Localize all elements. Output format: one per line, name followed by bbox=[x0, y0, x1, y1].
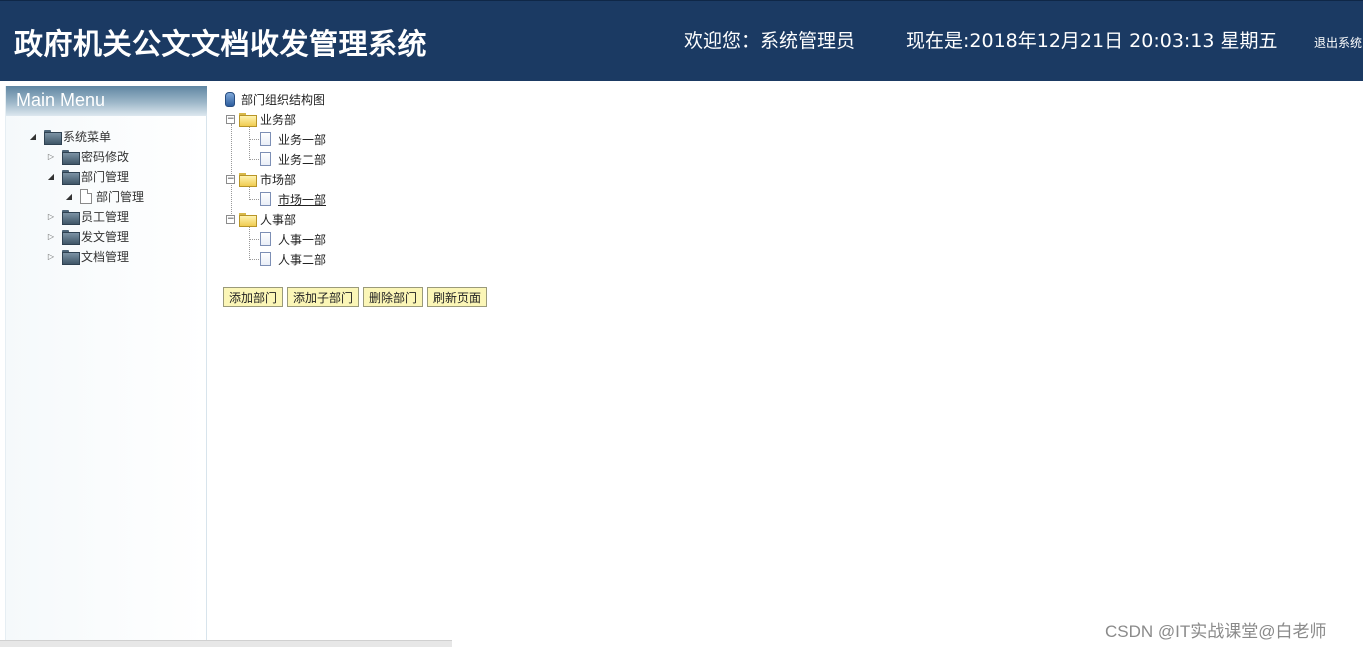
sidebar-item-dispatch[interactable]: ▷ 发文管理 bbox=[46, 227, 129, 245]
document-icon bbox=[260, 252, 271, 266]
open-folder-icon bbox=[239, 113, 257, 127]
collapsed-arrow-icon[interactable]: ▷ bbox=[46, 152, 56, 161]
sidebar-item-documents[interactable]: ▷ 文档管理 bbox=[46, 247, 129, 265]
tree-leaf-label: 人事二部 bbox=[278, 252, 327, 267]
sidebar-item-department[interactable]: ◢ 部门管理 bbox=[46, 167, 129, 185]
collapse-icon[interactable]: − bbox=[226, 214, 235, 224]
sidebar-root[interactable]: ◢ 系统菜单 bbox=[28, 127, 111, 145]
tree-leaf-label: 人事一部 bbox=[278, 232, 327, 247]
logout-link[interactable]: 退出系统 bbox=[1314, 34, 1362, 51]
welcome-text: 欢迎您：系统管理员 bbox=[684, 30, 856, 52]
tree-connector bbox=[249, 224, 250, 260]
collapsed-arrow-icon[interactable]: ▷ bbox=[46, 212, 56, 221]
tree-node-department[interactable]: − 业务部 bbox=[226, 110, 296, 128]
org-chart-icon bbox=[225, 91, 235, 107]
tree-node-department[interactable]: − 人事部 bbox=[226, 210, 296, 228]
action-buttons: 添加部门 添加子部门 删除部门 刷新页面 bbox=[223, 287, 488, 307]
datetime-text: 现在是:2018年12月21日 20:03:13 星期五 bbox=[906, 30, 1278, 52]
folder-icon bbox=[44, 129, 62, 145]
expanded-arrow-icon: ◢ bbox=[65, 191, 73, 201]
open-folder-icon bbox=[239, 213, 257, 227]
folder-icon bbox=[62, 209, 80, 225]
sidebar-item-employee[interactable]: ▷ 员工管理 bbox=[46, 207, 129, 225]
sidebar-subitem-department[interactable]: ◢ 部门管理 bbox=[64, 187, 144, 205]
horizontal-scrollbar[interactable] bbox=[0, 640, 452, 647]
refresh-page-button[interactable]: 刷新页面 bbox=[427, 287, 488, 307]
collapse-icon[interactable]: − bbox=[226, 114, 235, 124]
add-department-button[interactable]: 添加部门 bbox=[223, 287, 284, 307]
sidebar-heading: Main Menu bbox=[6, 86, 207, 116]
document-icon bbox=[260, 232, 271, 246]
tree-leaf-label: 业务一部 bbox=[278, 132, 327, 147]
folder-icon bbox=[62, 229, 80, 245]
sidebar-item-password[interactable]: ▷ 密码修改 bbox=[46, 147, 129, 165]
tree-leaf[interactable]: 业务一部 bbox=[260, 130, 326, 148]
tree-leaf[interactable]: 人事一部 bbox=[260, 230, 326, 248]
sidebar-root-label: 系统菜单 bbox=[63, 129, 112, 144]
tree-leaf-label: 市场一部 bbox=[278, 192, 327, 207]
sidebar-item-label: 密码修改 bbox=[81, 149, 130, 164]
tree-leaf-label: 业务二部 bbox=[278, 152, 327, 167]
document-icon bbox=[260, 152, 271, 166]
tree-connector bbox=[249, 124, 250, 160]
delete-department-button[interactable]: 删除部门 bbox=[363, 287, 424, 307]
expanded-arrow-icon[interactable]: ◢ bbox=[28, 132, 38, 141]
sidebar: Main Menu ◢ 系统菜单 ▷ 密码修改 ◢ 部门管理 ◢ 部门管理 ▷ … bbox=[5, 86, 207, 647]
collapsed-arrow-icon[interactable]: ▷ bbox=[46, 252, 56, 261]
document-icon bbox=[260, 132, 271, 146]
add-subdepartment-button[interactable]: 添加子部门 bbox=[287, 287, 360, 307]
folder-icon bbox=[62, 149, 80, 165]
tree-node-label: 业务部 bbox=[260, 112, 297, 127]
collapsed-arrow-icon[interactable]: ▷ bbox=[46, 232, 56, 241]
document-icon bbox=[260, 192, 271, 206]
tree-leaf[interactable]: 人事二部 bbox=[260, 250, 326, 268]
folder-icon bbox=[62, 249, 80, 265]
tree-node-department[interactable]: − 市场部 bbox=[226, 170, 296, 188]
tree-node-label: 市场部 bbox=[260, 172, 297, 187]
watermark: CSDN @IT实战课堂@白老师 bbox=[1105, 622, 1327, 641]
collapse-icon[interactable]: − bbox=[226, 174, 235, 184]
sidebar-item-label: 发文管理 bbox=[81, 229, 130, 244]
app-title: 政府机关公文文档收发管理系统 bbox=[14, 27, 428, 61]
folder-icon bbox=[62, 169, 80, 185]
tree-leaf[interactable]: 市场一部 bbox=[260, 190, 326, 208]
expanded-arrow-icon[interactable]: ◢ bbox=[46, 172, 56, 181]
document-icon bbox=[80, 188, 92, 204]
tree-root-label: 部门组织结构图 bbox=[241, 92, 326, 107]
tree-node-label: 人事部 bbox=[260, 212, 297, 227]
sidebar-item-label: 部门管理 bbox=[96, 189, 145, 204]
main-content: 部门组织结构图 − 业务部 业务一部 业务二部 − 市场部 市场一部 − 人事部 bbox=[220, 86, 1350, 626]
tree-leaf[interactable]: 业务二部 bbox=[260, 150, 326, 168]
sidebar-item-label: 员工管理 bbox=[81, 209, 130, 224]
open-folder-icon bbox=[239, 173, 257, 187]
sidebar-item-label: 文档管理 bbox=[81, 249, 130, 264]
tree-root[interactable]: 部门组织结构图 bbox=[225, 90, 325, 108]
top-header: 政府机关公文文档收发管理系统 欢迎您：系统管理员 现在是:2018年12月21日… bbox=[0, 0, 1363, 81]
sidebar-item-label: 部门管理 bbox=[81, 169, 130, 184]
